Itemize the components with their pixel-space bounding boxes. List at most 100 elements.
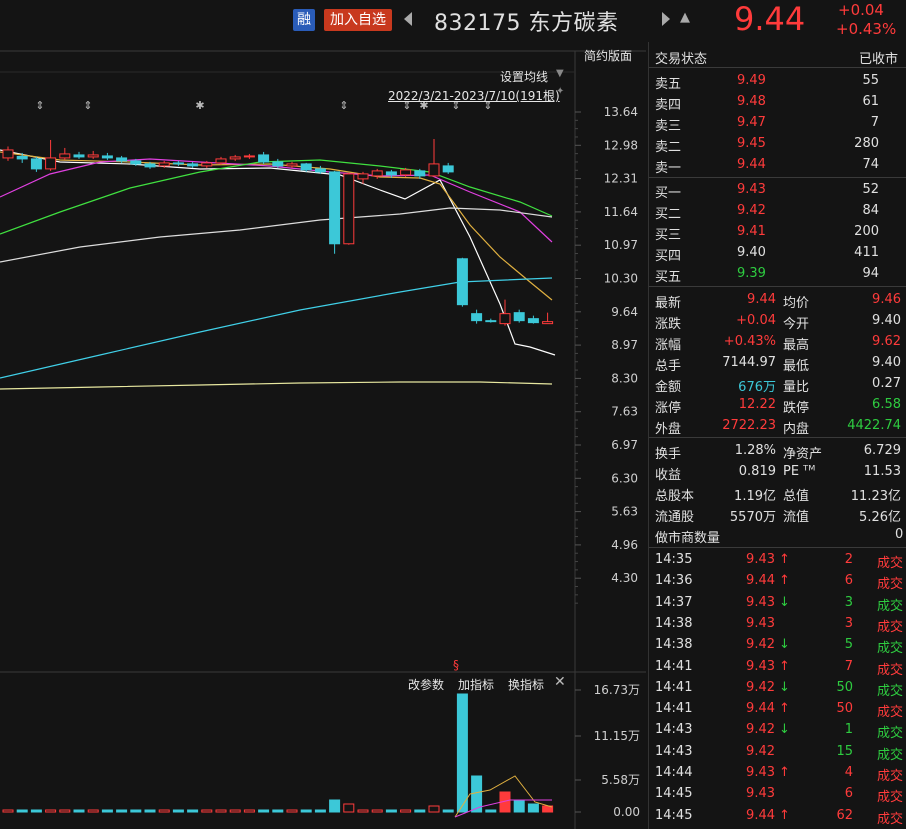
trade-tick-row[interactable]: 14:35 9.43 ↑ 2 成交 xyxy=(649,550,906,571)
trade-tick-row[interactable]: 14:38 9.43 3 成交 xyxy=(649,614,906,635)
fundamental-label: 总值 xyxy=(783,489,810,504)
bid-level-row: 买五 9.39 94 xyxy=(649,264,906,285)
trade-tick-row[interactable]: 14:38 9.42 ↓ 5 成交 xyxy=(649,635,906,656)
candle-body xyxy=(2,149,14,159)
ma-setting-dropdown-icon[interactable]: ▼ xyxy=(556,68,564,79)
candle-body xyxy=(471,313,483,322)
divider xyxy=(649,177,906,178)
stat-value: 9.40 xyxy=(872,355,901,370)
stat-label: 量比 xyxy=(783,380,810,395)
margin-trading-badge[interactable]: 融 xyxy=(293,9,315,31)
stat-label: 跌停 xyxy=(783,401,810,416)
trade-tick-row[interactable]: 14:45 9.44 ↑ 62 成交 xyxy=(649,806,906,827)
date-range-label[interactable]: 2022/3/21-2023/7/10(191根) xyxy=(388,87,560,104)
trade-volume: 15 xyxy=(836,743,853,759)
candle-body xyxy=(400,169,412,176)
fundamental-label: 换手 xyxy=(655,447,682,462)
stat-label: 涨幅 xyxy=(655,338,682,353)
stat-value: 9.46 xyxy=(872,292,901,307)
next-stock-icon[interactable] xyxy=(662,12,670,26)
trade-tick-row[interactable]: 14:41 9.43 ↑ 7 成交 xyxy=(649,657,906,678)
trade-direction-icon: ↓ xyxy=(779,594,790,610)
event-marker-icon: ⇕ xyxy=(339,99,348,112)
trade-type: 成交 xyxy=(876,811,903,827)
previous-stock-icon[interactable] xyxy=(404,12,412,26)
trade-tick-row[interactable]: 14:44 9.43 ↑ 4 成交 xyxy=(649,763,906,784)
candle-body xyxy=(172,162,184,165)
stock-code: 832175 xyxy=(434,11,521,36)
trade-tick-row[interactable]: 14:45 9.43 6 成交 xyxy=(649,784,906,805)
quote-panel: 交易状态 已收市 卖五 9.49 55 卖四 9.48 61 卖三 9.47 7 卖二 9.45 28… xyxy=(648,42,906,829)
price-tick-label: 12.98 xyxy=(604,138,638,152)
add-to-watchlist-button[interactable]: 加入自选 xyxy=(324,9,392,31)
stat-label: 最新 xyxy=(655,296,682,311)
fundamental-value: 5.26亿 xyxy=(859,510,901,525)
trade-price: 9.43 xyxy=(746,552,775,567)
ask-volume: 61 xyxy=(862,94,879,109)
stat-value: 7144.97 xyxy=(722,355,776,370)
trade-tick-row[interactable]: 14:41 9.44 ↑ 50 成交 xyxy=(649,699,906,720)
fundamental-row: 总股本 1.19亿 总值 11.23亿 xyxy=(649,483,906,504)
trade-tick-row[interactable]: 14:41 9.42 ↓ 50 成交 xyxy=(649,678,906,699)
candle-body xyxy=(357,173,369,180)
volume-bar xyxy=(201,809,213,813)
candle-body xyxy=(258,154,270,163)
trade-type: 成交 xyxy=(876,598,903,614)
price-tick-label: 7.63 xyxy=(611,405,638,419)
trade-price: 9.43 xyxy=(746,765,775,780)
volume-bar xyxy=(286,809,298,813)
volume-bar xyxy=(144,809,156,813)
trade-time: 14:43 xyxy=(655,743,693,759)
switch-indicator-button[interactable]: 换指标 xyxy=(508,676,544,693)
bid-level-row: 买三 9.41 200 xyxy=(649,222,906,243)
stat-label: 涨停 xyxy=(655,401,682,416)
trade-price: 9.42 xyxy=(746,722,775,738)
stat-value: 4422.74 xyxy=(847,418,901,433)
trade-tick-row[interactable]: 14:36 9.44 ↑ 6 成交 xyxy=(649,571,906,592)
volume-bar xyxy=(2,809,14,813)
ma250-line xyxy=(0,381,553,390)
volume-bar xyxy=(16,809,28,813)
trade-volume: 2 xyxy=(844,552,853,567)
change-params-button[interactable]: 改参数 xyxy=(408,676,444,693)
price-tick-label: 9.64 xyxy=(611,305,638,319)
trade-tick-row[interactable]: 14:37 9.43 ↓ 3 成交 xyxy=(649,593,906,614)
close-indicator-icon[interactable]: ✕ xyxy=(554,674,566,690)
trade-time: 14:41 xyxy=(655,679,693,695)
trade-tick-row[interactable]: 14:43 9.42 15 成交 xyxy=(649,742,906,763)
volume-bar xyxy=(45,809,57,813)
stat-label: 内盘 xyxy=(783,422,810,437)
stat-label: 金额 xyxy=(655,380,682,395)
trade-type: 成交 xyxy=(876,619,903,635)
alert-bell-icon[interactable]: ▲ xyxy=(680,10,690,25)
trade-direction-icon: ↑ xyxy=(779,552,790,567)
volume-bar xyxy=(215,809,227,813)
volume-bar xyxy=(329,799,341,813)
ma120-line xyxy=(0,277,553,379)
candle-body xyxy=(428,163,440,177)
stock-title: 832175 东方碳素 xyxy=(434,5,619,37)
candle-body xyxy=(499,313,511,325)
bid-volume: 84 xyxy=(862,203,879,218)
trade-volume: 50 xyxy=(836,701,853,717)
stat-value: +0.43% xyxy=(723,334,776,349)
bid-price: 9.41 xyxy=(737,224,766,239)
kline-chart-area[interactable]: 13.64 12.98 12.31 11.64 10.97 10.30 9.64 8.97 8.… xyxy=(0,42,646,829)
fundamental-value: 1.28% xyxy=(734,443,776,458)
kline-chart-svg[interactable]: 13.64 12.98 12.31 11.64 10.97 10.30 9.64 8.97 8.… xyxy=(0,42,646,829)
volume-bar xyxy=(414,809,426,813)
add-indicator-button[interactable]: 加指标 xyxy=(458,676,494,693)
simple-layout-button[interactable]: 简约版面 xyxy=(584,47,632,64)
quote-stat-row: 涨跌 +0.04 今开 9.40 xyxy=(649,311,906,332)
ask-price: 9.49 xyxy=(737,73,766,88)
header-bar: 融 加入自选 832175 东方碳素 ▲ 9.44 +0.04 +0.43% xyxy=(0,0,906,42)
fundamental-label: 净资产 xyxy=(783,447,823,462)
volume-bar xyxy=(187,809,199,813)
trade-price: 9.44 xyxy=(746,807,775,823)
ma-setting-button[interactable]: 设置均线 xyxy=(500,68,548,85)
ask-price: 9.48 xyxy=(737,94,766,109)
trade-tick-row[interactable]: 14:43 9.42 ↓ 1 成交 xyxy=(649,720,906,741)
candle-body xyxy=(485,320,497,323)
volume-bar xyxy=(300,809,312,813)
pin-icon[interactable]: ✦ xyxy=(556,86,564,97)
